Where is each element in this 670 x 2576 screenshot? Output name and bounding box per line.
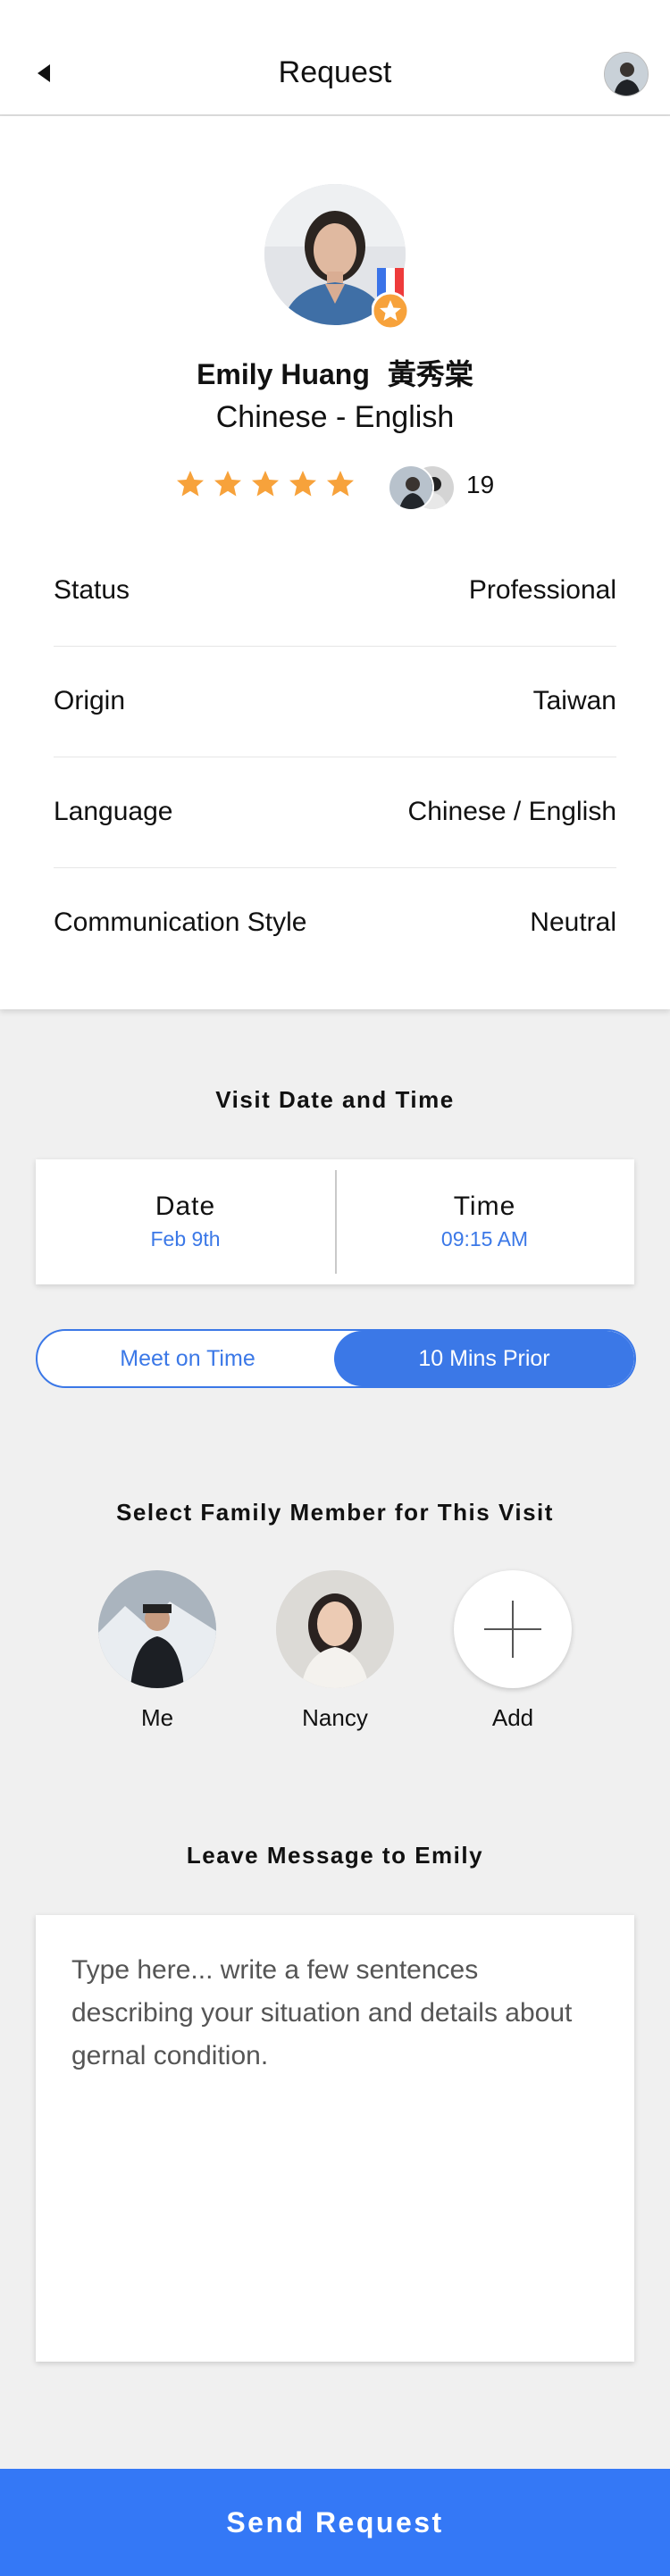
info-label: Language [54, 797, 173, 826]
star-icon [214, 471, 241, 497]
top-bar: Request [0, 0, 670, 116]
interpreter-name-cn: 黃秀棠 [387, 358, 473, 390]
family-member-me[interactable]: Me [98, 1570, 216, 1732]
page-title: Request [278, 55, 392, 89]
family-member-nancy[interactable]: Nancy [276, 1570, 394, 1732]
info-row-status: Status Professional [54, 536, 616, 647]
family-member-name: Nancy [302, 1704, 368, 1731]
info-row-origin: Origin Taiwan [54, 647, 616, 757]
user-avatar-image [605, 53, 648, 96]
date-label: Date [155, 1192, 216, 1221]
add-family-member-button[interactable]: Add [454, 1570, 572, 1732]
review-count[interactable]: 19 [466, 471, 494, 499]
family-avatar [276, 1570, 394, 1688]
info-value: Neutral [530, 907, 616, 937]
message-box [36, 1915, 634, 2362]
family-member-name: Me [140, 1704, 174, 1731]
info-label: Communication Style [54, 907, 307, 937]
info-label: Origin [54, 686, 126, 715]
message-heading: Leave Message to Emily [186, 1842, 484, 1869]
family-avatar [98, 1570, 216, 1688]
ten-mins-prior-option[interactable]: 10 Mins Prior [334, 1331, 634, 1386]
info-value: Taiwan [532, 686, 616, 715]
time-value: 09:15 AM [440, 1227, 529, 1250]
time-picker[interactable]: Time 09:15 AM [335, 1159, 634, 1284]
message-input[interactable] [71, 1949, 607, 2324]
time-label: Time [453, 1192, 516, 1221]
info-value: Professional [468, 575, 616, 605]
family-heading: Select Family Member for This Visit [116, 1499, 554, 1526]
plus-icon [454, 1570, 572, 1688]
star-icon [327, 471, 354, 497]
date-value: Feb 9th [150, 1227, 221, 1250]
info-label: Status [54, 575, 130, 605]
star-icon [177, 471, 204, 497]
visit-datetime-card: Date Feb 9th Time 09:15 AM [36, 1159, 634, 1284]
user-avatar[interactable] [604, 52, 649, 96]
info-row-language: Language Chinese / English [54, 757, 616, 868]
date-picker[interactable]: Date Feb 9th [36, 1159, 335, 1284]
info-value: Chinese / English [407, 797, 616, 826]
interpreter-profile-card: Emily Huang 黃秀棠 Chinese - English 19 Stat… [0, 116, 670, 1009]
medal-star-icon [372, 268, 409, 330]
reviewer-avatars[interactable] [388, 464, 459, 513]
interpreter-languages: Chinese - English [215, 400, 455, 434]
send-request-button[interactable]: Send Request [0, 2469, 670, 2576]
interpreter-name-en: Emily Huang [197, 358, 370, 390]
arrival-toggle: Meet on Time 10 Mins Prior [36, 1329, 636, 1388]
star-icon [289, 471, 316, 497]
star-icon [252, 471, 279, 497]
rating-stars [175, 469, 356, 505]
add-label: Add [491, 1704, 534, 1731]
info-row-communication-style: Communication Style Neutral [54, 868, 616, 979]
reviewer-avatar [388, 464, 434, 511]
interpreter-name: Emily Huang 黃秀棠 [0, 352, 670, 393]
visit-heading: Visit Date and Time [215, 1086, 455, 1113]
meet-on-time-option[interactable]: Meet on Time [38, 1331, 338, 1386]
